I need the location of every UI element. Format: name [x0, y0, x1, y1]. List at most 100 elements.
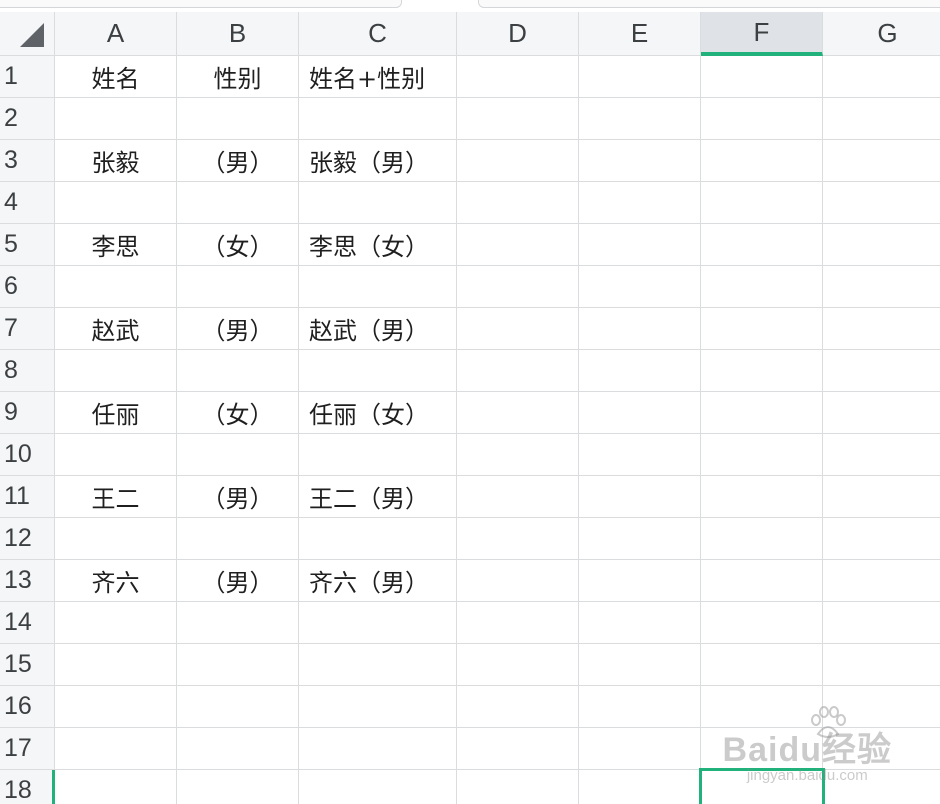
column-header-c[interactable]: C	[299, 12, 457, 56]
column-header-b[interactable]: B	[177, 12, 299, 56]
cell-e16[interactable]	[579, 686, 701, 728]
cell-g4[interactable]	[823, 182, 940, 224]
cell-c13[interactable]: 齐六（男）	[299, 560, 457, 602]
cell-g7[interactable]	[823, 308, 940, 350]
cell-b3[interactable]: （男）	[177, 140, 299, 182]
row-header-10[interactable]: 10	[0, 434, 55, 476]
cell-a10[interactable]	[55, 434, 177, 476]
cell-e17[interactable]	[579, 728, 701, 770]
row-header-12[interactable]: 12	[0, 518, 55, 560]
cell-b14[interactable]	[177, 602, 299, 644]
cell-d8[interactable]	[457, 350, 579, 392]
cell-f1[interactable]	[701, 56, 823, 98]
cell-d15[interactable]	[457, 644, 579, 686]
cell-d3[interactable]	[457, 140, 579, 182]
cell-f12[interactable]	[701, 518, 823, 560]
cell-g15[interactable]	[823, 644, 940, 686]
row-header-18[interactable]: 18	[0, 770, 55, 804]
cell-c3[interactable]: 张毅（男）	[299, 140, 457, 182]
column-header-f[interactable]: F	[701, 12, 823, 56]
cell-f13[interactable]	[701, 560, 823, 602]
cell-g9[interactable]	[823, 392, 940, 434]
cell-d9[interactable]	[457, 392, 579, 434]
cell-b7[interactable]: （男）	[177, 308, 299, 350]
column-header-a[interactable]: A	[55, 12, 177, 56]
cell-b10[interactable]	[177, 434, 299, 476]
cell-a6[interactable]	[55, 266, 177, 308]
cell-e2[interactable]	[579, 98, 701, 140]
cell-a17[interactable]	[55, 728, 177, 770]
column-header-d[interactable]: D	[457, 12, 579, 56]
select-all-corner[interactable]	[0, 12, 55, 56]
cell-g8[interactable]	[823, 350, 940, 392]
cell-e9[interactable]	[579, 392, 701, 434]
cell-e5[interactable]	[579, 224, 701, 266]
cell-b18[interactable]	[177, 770, 299, 804]
cell-d6[interactable]	[457, 266, 579, 308]
cell-e7[interactable]	[579, 308, 701, 350]
cell-g5[interactable]	[823, 224, 940, 266]
cell-a3[interactable]: 张毅	[55, 140, 177, 182]
row-header-3[interactable]: 3	[0, 140, 55, 182]
cell-a16[interactable]	[55, 686, 177, 728]
cell-f8[interactable]	[701, 350, 823, 392]
row-header-14[interactable]: 14	[0, 602, 55, 644]
row-header-4[interactable]: 4	[0, 182, 55, 224]
cell-e10[interactable]	[579, 434, 701, 476]
cell-c6[interactable]	[299, 266, 457, 308]
cell-g12[interactable]	[823, 518, 940, 560]
cell-c2[interactable]	[299, 98, 457, 140]
cell-d12[interactable]	[457, 518, 579, 560]
cell-e12[interactable]	[579, 518, 701, 560]
cell-b12[interactable]	[177, 518, 299, 560]
cell-b5[interactable]: （女）	[177, 224, 299, 266]
cell-b11[interactable]: （男）	[177, 476, 299, 518]
cell-f14[interactable]	[701, 602, 823, 644]
cell-c15[interactable]	[299, 644, 457, 686]
cell-b16[interactable]	[177, 686, 299, 728]
row-header-8[interactable]: 8	[0, 350, 55, 392]
cell-d14[interactable]	[457, 602, 579, 644]
cell-c8[interactable]	[299, 350, 457, 392]
cell-a1[interactable]: 姓名	[55, 56, 177, 98]
cell-e4[interactable]	[579, 182, 701, 224]
row-header-16[interactable]: 16	[0, 686, 55, 728]
cell-d1[interactable]	[457, 56, 579, 98]
cell-d13[interactable]	[457, 560, 579, 602]
cell-c4[interactable]	[299, 182, 457, 224]
cell-a7[interactable]: 赵武	[55, 308, 177, 350]
cell-b2[interactable]	[177, 98, 299, 140]
cell-c16[interactable]	[299, 686, 457, 728]
cell-a14[interactable]	[55, 602, 177, 644]
row-header-17[interactable]: 17	[0, 728, 55, 770]
cell-g2[interactable]	[823, 98, 940, 140]
sheet-tab-right[interactable]	[478, 0, 940, 8]
row-header-1[interactable]: 1	[0, 56, 55, 98]
row-header-13[interactable]: 13	[0, 560, 55, 602]
cell-a11[interactable]: 王二	[55, 476, 177, 518]
row-header-11[interactable]: 11	[0, 476, 55, 518]
cell-f11[interactable]	[701, 476, 823, 518]
cell-b4[interactable]	[177, 182, 299, 224]
cell-a12[interactable]	[55, 518, 177, 560]
cell-b13[interactable]: （男）	[177, 560, 299, 602]
cell-f3[interactable]	[701, 140, 823, 182]
cell-c7[interactable]: 赵武（男）	[299, 308, 457, 350]
sheet-tab-left[interactable]	[0, 0, 402, 8]
cell-f2[interactable]	[701, 98, 823, 140]
cell-c12[interactable]	[299, 518, 457, 560]
cell-e14[interactable]	[579, 602, 701, 644]
cell-b17[interactable]	[177, 728, 299, 770]
cell-d16[interactable]	[457, 686, 579, 728]
cell-c11[interactable]: 王二（男）	[299, 476, 457, 518]
cell-d17[interactable]	[457, 728, 579, 770]
cell-e13[interactable]	[579, 560, 701, 602]
cell-d5[interactable]	[457, 224, 579, 266]
cell-b6[interactable]	[177, 266, 299, 308]
column-header-g[interactable]: G	[823, 12, 940, 56]
row-header-15[interactable]: 15	[0, 644, 55, 686]
cell-a15[interactable]	[55, 644, 177, 686]
cell-f6[interactable]	[701, 266, 823, 308]
cell-g13[interactable]	[823, 560, 940, 602]
row-header-9[interactable]: 9	[0, 392, 55, 434]
